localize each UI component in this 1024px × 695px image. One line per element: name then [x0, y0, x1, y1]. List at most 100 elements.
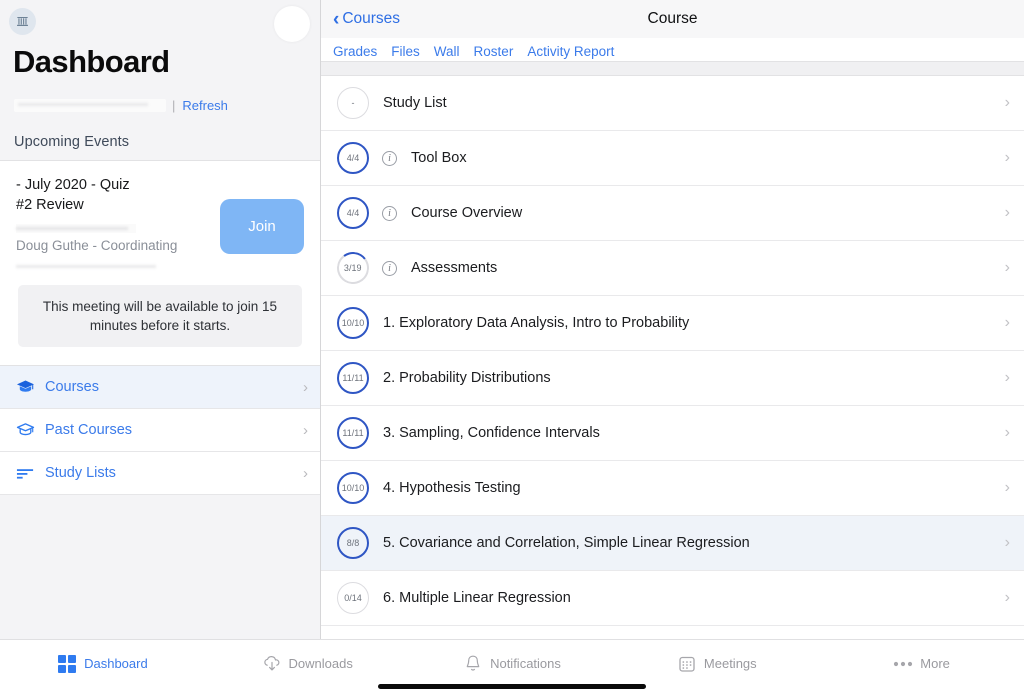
chevron-right-icon: › [303, 421, 308, 439]
progress-value: 0/14 [344, 592, 362, 603]
chevron-right-icon: › [1004, 204, 1010, 221]
graduation-cap-outline-icon [14, 419, 36, 441]
account-row: | Refresh [0, 92, 320, 118]
tab-roster[interactable]: Roster [474, 44, 514, 59]
course-module-row[interactable]: 4/4 i Tool Box › [321, 131, 1024, 186]
section-separator [321, 61, 1024, 76]
progress-ring: 11/11 [337, 417, 369, 449]
course-module-row[interactable]: 10/10 1. Exploratory Data Analysis, Intro… [321, 296, 1024, 351]
back-to-courses-button[interactable]: ‹ Courses [333, 10, 401, 29]
progress-ring: - [337, 87, 369, 119]
course-module-row[interactable]: 11/11 3. Sampling, Confidence Intervals › [321, 406, 1024, 461]
bottom-tabbar: Dashboard Downloads Notifications Meetin… [0, 639, 1024, 695]
progress-ring: 11/11 [337, 362, 369, 394]
sidebar-item-study-lists[interactable]: Study Lists › [0, 452, 320, 495]
course-module-row[interactable]: 8/8 5. Covariance and Correlation, Simple… [321, 516, 1024, 571]
sidebar-item-courses[interactable]: Courses › [0, 366, 320, 409]
progress-ring: 0/14 [337, 582, 369, 614]
course-module-label: 1. Exploratory Data Analysis, Intro to P… [383, 315, 690, 331]
calendar-icon [677, 654, 697, 674]
tab-files[interactable]: Files [391, 44, 420, 59]
main-title: Course [647, 10, 698, 27]
sidebar-item-label: Courses [45, 379, 99, 395]
body-split: Dashboard | Refresh Upcoming Events - Ju… [0, 0, 1024, 639]
course-module-label: Study List [383, 95, 447, 111]
course-module-row[interactable]: - Study List › [321, 76, 1024, 131]
progress-value: - [351, 97, 355, 108]
upcoming-events-header: Upcoming Events [14, 134, 130, 150]
info-icon[interactable]: i [382, 260, 397, 276]
progress-ring: 10/10 [337, 307, 369, 339]
tab-more[interactable]: More [819, 640, 1024, 695]
tab-label: Notifications [490, 656, 561, 671]
event-availability-note: This meeting will be available to join 1… [18, 285, 302, 347]
progress-value: 11/11 [342, 427, 364, 438]
course-module-row[interactable]: 11/11 2. Probability Distributions › [321, 351, 1024, 406]
chevron-right-icon: › [1004, 149, 1010, 166]
event-detail-redacted [16, 224, 136, 233]
progress-value: 4/4 [346, 152, 360, 163]
progress-ring: 10/10 [337, 472, 369, 504]
progress-ring: 8/8 [337, 527, 369, 559]
chevron-right-icon: › [1004, 424, 1010, 441]
course-module-label: 5. Covariance and Correlation, Simple Li… [383, 535, 750, 551]
chevron-right-icon: › [1004, 589, 1010, 606]
course-module-label: 3. Sampling, Confidence Intervals [383, 425, 600, 441]
home-indicator [378, 684, 646, 689]
course-module-label: 6. Multiple Linear Regression [383, 590, 571, 606]
ellipsis-icon [893, 654, 913, 674]
sidebar-nav-list: Courses › Past Courses › Study Lists › [0, 366, 320, 495]
account-separator: | [172, 97, 176, 113]
course-module-row[interactable]: 4/4 i Course Overview › [321, 186, 1024, 241]
sidebar-item-label: Study Lists [45, 465, 116, 481]
progress-ring: 3/19 [334, 249, 372, 287]
course-tabbar: Grades Files Wall Roster Activity Report [321, 38, 1024, 61]
progress-value: 3/19 [344, 262, 362, 273]
sidebar-header: Dashboard [0, 0, 320, 84]
chevron-right-icon: › [1004, 259, 1010, 276]
chevron-right-icon: › [1004, 534, 1010, 551]
course-module-label: 4. Hypothesis Testing [383, 480, 521, 496]
progress-value: 10/10 [341, 317, 365, 328]
sidebar-item-past-courses[interactable]: Past Courses › [0, 409, 320, 452]
page-title: Dashboard [13, 44, 170, 79]
progress-value: 8/8 [346, 537, 360, 548]
chevron-right-icon: › [1004, 369, 1010, 386]
join-button[interactable]: Join [220, 199, 304, 254]
tab-label: Meetings [703, 656, 757, 671]
course-module-row[interactable]: 10/10 4. Hypothesis Testing › [321, 461, 1024, 516]
chevron-right-icon: › [303, 464, 308, 482]
tab-wall[interactable]: Wall [434, 44, 460, 59]
account-name-redacted [14, 98, 166, 112]
progress-value: 4/4 [346, 207, 360, 218]
chevron-right-icon: › [1004, 479, 1010, 496]
bell-icon [463, 654, 483, 674]
info-icon[interactable]: i [382, 205, 397, 221]
course-module-label: Assessments [411, 260, 498, 276]
tab-dashboard[interactable]: Dashboard [0, 640, 205, 695]
bank-building-icon[interactable] [9, 8, 36, 35]
back-label: Courses [342, 10, 401, 27]
graduation-cap-filled-icon [14, 376, 36, 398]
course-module-label: Course Overview [411, 205, 523, 221]
main-pane: ‹ Courses Course Grades Files Wall Roste… [321, 0, 1024, 639]
tab-grades[interactable]: Grades [333, 44, 377, 59]
tab-label: More [920, 656, 950, 671]
grid-squares-icon [57, 654, 77, 674]
sidebar-item-label: Past Courses [45, 422, 133, 438]
progress-ring: 4/4 [337, 142, 369, 174]
cloud-download-icon [262, 654, 282, 674]
main-navbar: ‹ Courses Course [321, 0, 1024, 38]
avatar[interactable] [274, 6, 310, 42]
chevron-right-icon: › [1004, 94, 1010, 111]
info-icon[interactable]: i [382, 150, 397, 166]
progress-value: 11/11 [342, 372, 364, 383]
refresh-link[interactable]: Refresh [182, 98, 228, 113]
course-module-row[interactable]: 3/19 i Assessments › [321, 241, 1024, 296]
course-module-row[interactable]: 0/14 6. Multiple Linear Regression › [321, 571, 1024, 626]
course-module-label: 2. Probability Distributions [383, 370, 551, 386]
progress-value: 10/10 [341, 482, 365, 493]
sidebar: Dashboard | Refresh Upcoming Events - Ju… [0, 0, 321, 639]
tab-activity-report[interactable]: Activity Report [527, 44, 614, 59]
sidebar-empty-space [0, 495, 320, 639]
